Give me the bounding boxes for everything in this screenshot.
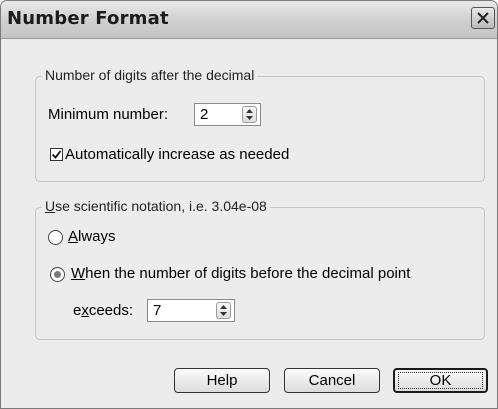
focus-ring xyxy=(398,372,483,389)
title-bar: Number Format xyxy=(1,1,497,39)
cancel-button-label: Cancel xyxy=(308,372,356,389)
digits-group: Number of digits after the decimal xyxy=(35,67,485,182)
digits-group-legend: Number of digits after the decimal xyxy=(42,67,258,83)
minimum-number-value[interactable]: 2 xyxy=(200,106,208,123)
when-mnemonic: W xyxy=(71,265,86,282)
minimum-number-stepper[interactable]: 2 xyxy=(194,103,261,126)
dialog-title: Number Format xyxy=(7,8,169,29)
auto-increase-label[interactable]: Automatically increase as needed xyxy=(65,146,289,163)
exceeds-text-b: ceeds: xyxy=(88,302,134,319)
scientific-notation-legend: Use scientific notation, i.e. 3.04e-08 xyxy=(42,198,270,214)
number-format-dialog: Number Format Number of digits after the… xyxy=(0,0,498,409)
when-exceeds-radio[interactable] xyxy=(50,267,65,282)
always-radio[interactable] xyxy=(48,230,63,245)
exceeds-value[interactable]: 7 xyxy=(153,302,161,319)
exceeds-mnemonic: x xyxy=(81,302,89,319)
always-label[interactable]: Always xyxy=(68,228,116,245)
always-mnemonic: A xyxy=(68,228,79,245)
cancel-button[interactable]: Cancel xyxy=(284,368,380,393)
legend-text: se scientific notation, i.e. 3.04e-08 xyxy=(55,198,267,214)
help-button-label: Help xyxy=(206,372,238,389)
checkmark-icon xyxy=(51,150,62,159)
auto-increase-checkbox[interactable] xyxy=(50,148,63,161)
exceeds-stepper[interactable]: 7 xyxy=(147,299,235,322)
legend-mnemonic: U xyxy=(45,198,56,214)
always-text: lways xyxy=(78,228,116,245)
spin-arrows-icon[interactable] xyxy=(216,302,231,319)
spin-arrows-icon[interactable] xyxy=(242,106,257,123)
ok-button[interactable]: OK xyxy=(393,368,488,393)
minimum-number-label: Minimum number: xyxy=(48,106,169,123)
exceeds-label: exceeds: xyxy=(73,302,133,319)
close-button[interactable] xyxy=(471,7,495,29)
when-exceeds-label[interactable]: When the number of digits before the dec… xyxy=(71,265,410,282)
help-button[interactable]: Help xyxy=(174,368,270,393)
close-icon xyxy=(477,12,489,24)
when-text: hen the number of digits before the deci… xyxy=(85,265,411,282)
